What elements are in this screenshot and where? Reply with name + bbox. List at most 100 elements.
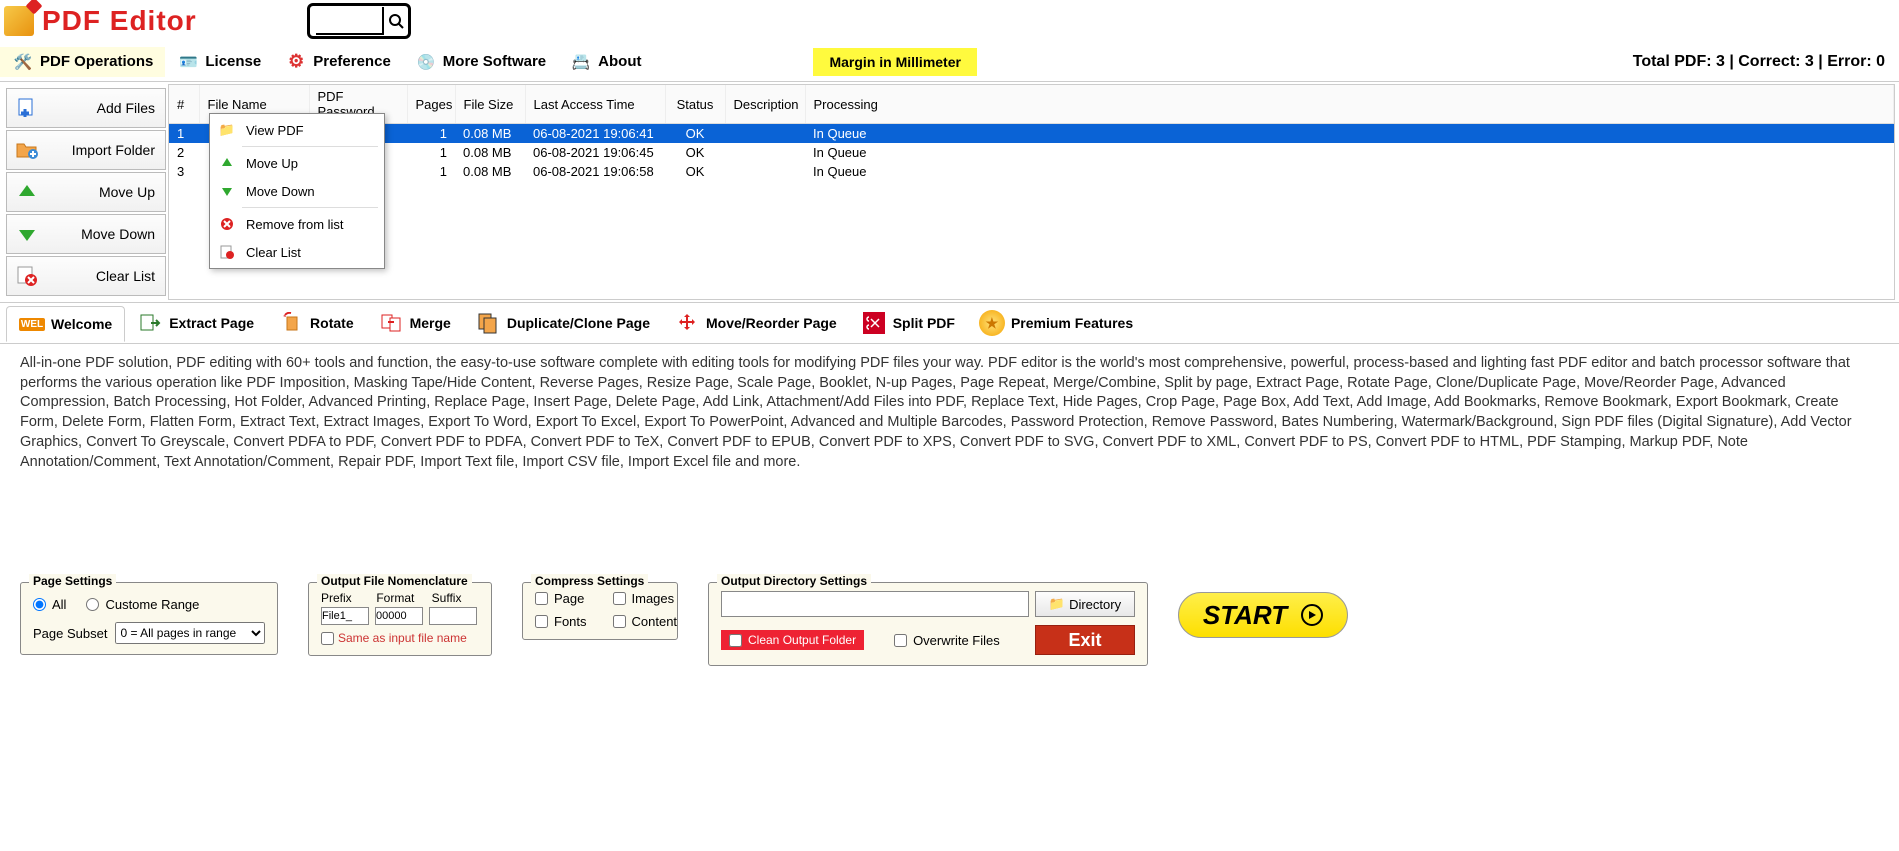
separator bbox=[242, 146, 378, 147]
ctx-clear[interactable]: Clear List bbox=[212, 238, 382, 266]
same-label: Same as input file name bbox=[338, 631, 467, 645]
col-file-size[interactable]: File Size bbox=[455, 85, 525, 124]
tab-label: Split PDF bbox=[893, 315, 955, 331]
menu-pdf-operations[interactable]: 🛠️ PDF Operations bbox=[0, 47, 165, 77]
output-directory-group: Output Directory Settings 📁 Directory Cl… bbox=[708, 582, 1148, 666]
col-last-access[interactable]: Last Access Time bbox=[525, 85, 665, 124]
split-icon bbox=[861, 310, 887, 336]
clear-list-button[interactable]: Clear List bbox=[6, 256, 166, 296]
menu-preference[interactable]: ⚙ Preference bbox=[273, 47, 403, 77]
menu-about[interactable]: 📇 About bbox=[558, 47, 653, 77]
directory-button[interactable]: 📁 Directory bbox=[1035, 591, 1135, 617]
chk-content[interactable]: Content bbox=[613, 614, 678, 629]
col-index[interactable]: # bbox=[169, 85, 199, 124]
button-label: Move Up bbox=[99, 184, 155, 200]
add-files-button[interactable]: Add Files bbox=[6, 88, 166, 128]
search-icon bbox=[388, 13, 404, 29]
tab-duplicate[interactable]: Duplicate/Clone Page bbox=[463, 306, 662, 340]
start-button[interactable]: START bbox=[1178, 592, 1348, 638]
remove-icon bbox=[218, 215, 236, 233]
prefix-input[interactable] bbox=[321, 607, 369, 625]
ctx-view-pdf[interactable]: 📁 View PDF bbox=[212, 116, 382, 144]
output-nomenclature-group: Output File Nomenclature Prefix Format S… bbox=[308, 582, 492, 656]
search-input[interactable] bbox=[316, 7, 382, 35]
menu-label: About bbox=[598, 53, 641, 70]
license-icon: 🪪 bbox=[177, 51, 199, 73]
table-row[interactable]: 110.08 MB06-08-2021 19:06:41OKIn Queue bbox=[169, 124, 1894, 144]
button-label: Add Files bbox=[97, 100, 155, 116]
clean-output-button[interactable]: Clean Output Folder bbox=[721, 630, 864, 650]
start-label: START bbox=[1203, 600, 1287, 631]
move-down-button[interactable]: Move Down bbox=[6, 214, 166, 254]
page-subset-select[interactable]: 0 = All pages in range bbox=[115, 622, 265, 644]
col-description[interactable]: Description bbox=[725, 85, 805, 124]
ctx-label: Remove from list bbox=[246, 217, 344, 232]
legend: Output Directory Settings bbox=[717, 574, 871, 588]
ctx-remove[interactable]: Remove from list bbox=[212, 210, 382, 238]
format-input[interactable] bbox=[375, 607, 423, 625]
tab-label: Move/Reorder Page bbox=[706, 315, 837, 331]
tab-move-reorder[interactable]: Move/Reorder Page bbox=[662, 306, 849, 340]
table-row[interactable]: 210.08 MB06-08-2021 19:06:45OKIn Queue bbox=[169, 143, 1894, 162]
context-menu: 📁 View PDF Move Up Move Down Remove from… bbox=[209, 113, 385, 269]
tab-merge[interactable]: Merge bbox=[366, 306, 463, 340]
play-icon bbox=[1301, 604, 1323, 626]
radio-all[interactable]: All bbox=[33, 597, 66, 612]
ctx-label: Clear List bbox=[246, 245, 301, 260]
ctx-label: Move Down bbox=[246, 184, 315, 199]
menu-license[interactable]: 🪪 License bbox=[165, 47, 273, 77]
tab-label: Rotate bbox=[310, 315, 354, 331]
ctx-move-up[interactable]: Move Up bbox=[212, 149, 382, 177]
radio-custom-range[interactable]: Custome Range bbox=[86, 597, 199, 612]
disc-icon: 💿 bbox=[415, 51, 437, 73]
chk-page[interactable]: Page bbox=[535, 591, 587, 606]
tab-split[interactable]: Split PDF bbox=[849, 306, 967, 340]
import-folder-button[interactable]: Import Folder bbox=[6, 130, 166, 170]
about-icon: 📇 bbox=[570, 51, 592, 73]
arrow-down-icon bbox=[15, 222, 39, 246]
button-label: Clear List bbox=[96, 268, 155, 284]
menu-more-software[interactable]: 💿 More Software bbox=[403, 47, 558, 77]
table-row[interactable]: 310.08 MB06-08-2021 19:06:58OKIn Queue bbox=[169, 162, 1894, 181]
output-directory-input[interactable] bbox=[721, 591, 1029, 617]
margin-unit-badge: Margin in Millimeter bbox=[813, 48, 976, 76]
legend: Page Settings bbox=[29, 574, 116, 588]
ctx-label: View PDF bbox=[246, 123, 304, 138]
arrow-up-icon bbox=[15, 180, 39, 204]
col-processing[interactable]: Processing bbox=[805, 85, 1894, 124]
search-button[interactable] bbox=[382, 7, 408, 35]
ctx-move-down[interactable]: Move Down bbox=[212, 177, 382, 205]
button-label: Import Folder bbox=[72, 142, 155, 158]
status-summary: Total PDF: 3 | Correct: 3 | Error: 0 bbox=[1633, 53, 1885, 71]
separator bbox=[242, 207, 378, 208]
menu-label: PDF Operations bbox=[40, 53, 153, 70]
premium-icon: ★ bbox=[979, 310, 1005, 336]
legend: Compress Settings bbox=[531, 574, 648, 588]
sidebar: Add Files Import Folder Move Up Move Dow… bbox=[0, 82, 168, 302]
add-file-icon bbox=[15, 96, 39, 120]
col-pages[interactable]: Pages bbox=[407, 85, 455, 124]
arrow-down-icon bbox=[218, 182, 236, 200]
folder-icon: 📁 bbox=[218, 121, 236, 139]
same-as-input-checkbox[interactable] bbox=[321, 632, 334, 645]
col-status[interactable]: Status bbox=[665, 85, 725, 124]
move-up-button[interactable]: Move Up bbox=[6, 172, 166, 212]
folder-up-icon: 📁 bbox=[1049, 596, 1065, 612]
menu-label: More Software bbox=[443, 53, 546, 70]
welcome-icon: WEL bbox=[19, 311, 45, 337]
tab-premium[interactable]: ★ Premium Features bbox=[967, 306, 1145, 340]
search-box[interactable] bbox=[307, 3, 411, 39]
clean-checkbox[interactable] bbox=[729, 634, 742, 647]
overwrite-checkbox[interactable]: Overwrite Files bbox=[894, 633, 1000, 648]
tab-label: Extract Page bbox=[169, 315, 254, 331]
file-grid[interactable]: # File Name PDF Password Pages File Size… bbox=[168, 84, 1895, 300]
chk-fonts[interactable]: Fonts bbox=[535, 614, 587, 629]
tab-rotate[interactable]: Rotate bbox=[266, 306, 366, 340]
exit-button[interactable]: Exit bbox=[1035, 625, 1135, 655]
tab-extract-page[interactable]: Extract Page bbox=[125, 306, 266, 340]
suffix-input[interactable] bbox=[429, 607, 477, 625]
page-settings-group: Page Settings All Custome Range Page Sub… bbox=[20, 582, 278, 655]
chk-images[interactable]: Images bbox=[613, 591, 678, 606]
ctx-label: Move Up bbox=[246, 156, 298, 171]
tab-welcome[interactable]: WEL Welcome bbox=[6, 306, 125, 342]
